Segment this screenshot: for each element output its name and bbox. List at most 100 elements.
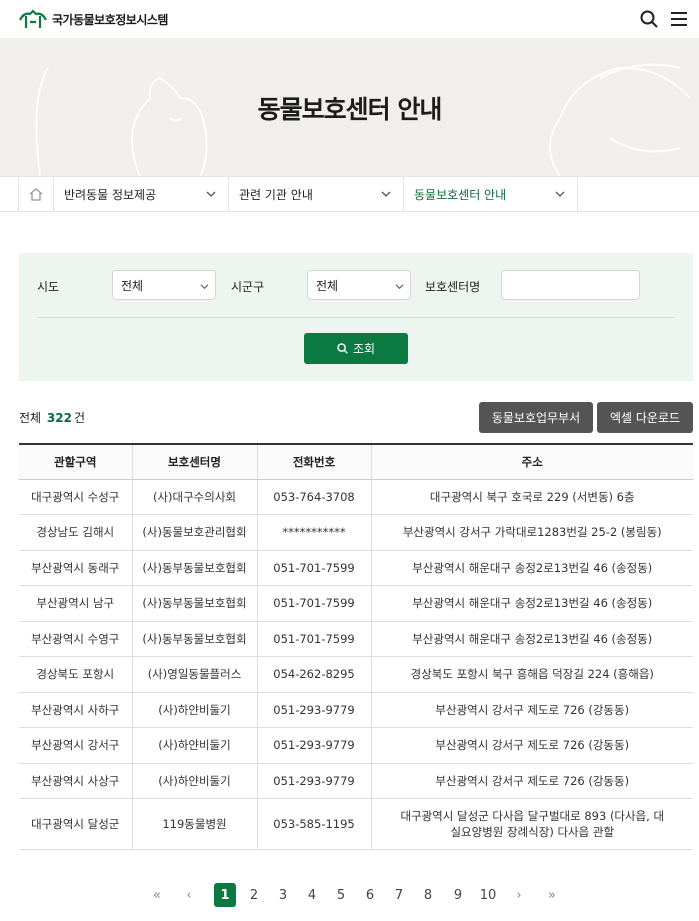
table-row[interactable]: 부산광역시 수영구 (사)동부동물보호협회 051-701-7599 부산광역시… [19,621,693,657]
page-button[interactable]: 2 [243,883,265,907]
table-row[interactable]: 대구광역시 수성구 (사)대구수의사회 053-764-3708 대구광역시 북… [19,479,693,515]
logo-icon [19,9,47,28]
page-title: 동물보호센터 안내 [257,95,443,124]
cell-region: 부산광역시 수영구 [19,621,133,657]
cell-center-name[interactable]: (사)하얀비둘기 [132,692,258,728]
cell-region: 부산광역시 동래구 [19,550,133,586]
page-button[interactable]: 5 [330,883,352,907]
page-button[interactable]: 6 [359,883,381,907]
cell-address: 부산광역시 해운대구 송정2로13번길 46 (송정동) [371,550,693,586]
center-name-input[interactable] [501,270,640,300]
site-title: 국가동물보호정보시스템 [52,12,168,27]
cell-center-name[interactable]: (사)동부동물보호협회 [132,585,258,622]
cell-phone: 051-701-7599 [257,585,372,622]
breadcrumb-label: 반려동물 정보제공 [64,187,157,202]
hero-banner: 동물보호센터 안내 [0,38,699,176]
sigungu-label: 시군구 [231,280,265,294]
cell-region: 대구광역시 달성군 [19,798,133,850]
cell-address: 부산광역시 강서구 제도로 726 (강동동) [371,692,693,728]
cell-address: 대구광역시 달성군 다사읍 달구벌대로 893 (다사읍, 대실요양병원 장례식… [371,798,693,850]
result-count-number: 322 [46,411,72,425]
result-count-suffix: 건 [73,411,86,425]
table-row[interactable]: 부산광역시 사상구 (사)하얀비둘기 051-293-9779 부산광역시 강서… [19,763,693,799]
page-button-current[interactable]: 1 [214,883,236,907]
cell-center-name[interactable]: (사)대구수의사회 [132,479,258,515]
cell-region: 경상북도 포항시 [19,656,133,693]
breadcrumb-label: 관련 기관 안내 [239,187,313,202]
search-filter-panel: 시도 전체 시군구 전체 보호센터명 조회 [19,253,693,381]
chevron-down-icon [206,191,216,197]
cell-center-name[interactable]: (사)동부동물보호협회 [132,550,258,586]
cell-address: 대구광역시 북구 호국로 229 (서변동) 6층 [371,479,693,515]
breadcrumb-label: 동물보호센터 안내 [414,187,507,202]
prev-page-button[interactable]: ‹ [178,883,200,907]
search-button[interactable]: 조회 [304,333,408,364]
table-row[interactable]: 경상남도 김해시 (사)동물보호관리협회 *********** 부산광역시 강… [19,514,693,551]
page-button[interactable]: 10 [477,883,499,907]
search-icon [337,343,348,354]
first-page-button[interactable]: « [146,883,168,907]
cell-center-name[interactable]: (사)동물보호관리협회 [132,514,258,551]
chevron-down-icon [395,284,404,290]
cell-region: 부산광역시 남구 [19,585,133,622]
column-header: 보호센터명 [132,443,258,480]
site-logo[interactable]: 국가동물보호정보시스템 [18,8,168,30]
cell-phone: 051-293-9779 [257,692,372,728]
table-row[interactable]: 경상북도 포항시 (사)영일동물플러스 054-262-8295 경상북도 포항… [19,656,693,693]
pagination: « ‹ 1 2 3 4 5 6 7 8 9 10 › » [0,883,699,907]
cell-region: 부산광역시 사하구 [19,692,133,728]
cell-address: 부산광역시 강서구 제도로 726 (강동동) [371,763,693,799]
excel-download-button[interactable]: 엑셀 다운로드 [597,402,693,433]
page-button[interactable]: 3 [272,883,294,907]
cell-address: 부산광역시 해운대구 송정2로13번길 46 (송정동) [371,585,693,622]
sigungu-select-value: 전체 [316,278,339,293]
cell-address: 부산광역시 강서구 제도로 726 (강동동) [371,727,693,764]
table-header-row: 관할구역 보호센터명 전화번호 주소 [19,443,693,480]
cell-region: 부산광역시 사상구 [19,763,133,799]
result-count: 전체 322 건 [19,409,85,426]
column-header: 주소 [371,443,693,480]
cell-phone: 051-293-9779 [257,763,372,799]
column-header: 관할구역 [19,443,133,480]
breadcrumb: 반려동물 정보제공 관련 기관 안내 동물보호센터 안내 [0,176,699,212]
next-page-button[interactable]: › [508,883,530,907]
table-row[interactable]: 부산광역시 사하구 (사)하얀비둘기 051-293-9779 부산광역시 강서… [19,692,693,728]
cell-center-name[interactable]: (사)하얀비둘기 [132,763,258,799]
sido-select-value: 전체 [121,278,144,293]
cell-region: 부산광역시 강서구 [19,727,133,764]
menu-icon[interactable] [670,10,688,28]
table-row[interactable]: 부산광역시 남구 (사)동부동물보호협회 051-701-7599 부산광역시 … [19,585,693,622]
page-button[interactable]: 7 [388,883,410,907]
page-button[interactable]: 4 [301,883,323,907]
table-row[interactable]: 부산광역시 강서구 (사)하얀비둘기 051-293-9779 부산광역시 강서… [19,727,693,764]
sigungu-select[interactable]: 전체 [307,270,411,300]
page-button[interactable]: 9 [447,883,469,907]
cell-phone: 053-764-3708 [257,479,372,515]
cell-address: 경상북도 포항시 북구 흥해읍 덕장길 224 (흥해읍) [371,656,693,693]
dept-list-button[interactable]: 동물보호업무부서 [479,402,593,433]
breadcrumb-item-shelter-guide[interactable]: 동물보호센터 안내 [404,177,578,211]
table-row[interactable]: 부산광역시 동래구 (사)동부동물보호협회 051-701-7599 부산광역시… [19,550,693,586]
column-header: 전화번호 [257,443,372,480]
cell-phone: 051-293-9779 [257,727,372,764]
cell-center-name[interactable]: 119동물병원 [132,798,258,850]
cell-address: 부산광역시 강서구 가락대로1283번길 25-2 (봉림동) [371,514,693,551]
cell-center-name[interactable]: (사)하얀비둘기 [132,727,258,764]
table-row[interactable]: 대구광역시 달성군 119동물병원 053-585-1195 대구광역시 달성군… [19,798,693,850]
last-page-button[interactable]: » [541,883,563,907]
cell-region: 대구광역시 수성구 [19,479,133,515]
cell-region: 경상남도 김해시 [19,514,133,551]
center-name-label: 보호센터명 [425,280,481,294]
sido-select[interactable]: 전체 [112,270,216,300]
site-header: 국가동물보호정보시스템 [0,0,699,38]
breadcrumb-item-pet-info[interactable]: 반려동물 정보제공 [54,177,229,211]
cell-center-name[interactable]: (사)영일동물플러스 [132,656,258,693]
page-button[interactable]: 8 [417,883,439,907]
search-button-label: 조회 [352,342,376,356]
breadcrumb-item-related-agencies[interactable]: 관련 기관 안내 [229,177,404,211]
cell-center-name[interactable]: (사)동부동물보호협회 [132,621,258,657]
result-count-prefix: 전체 [19,411,42,425]
filter-divider [37,317,675,318]
search-icon[interactable] [639,9,659,29]
home-button[interactable] [18,177,54,211]
